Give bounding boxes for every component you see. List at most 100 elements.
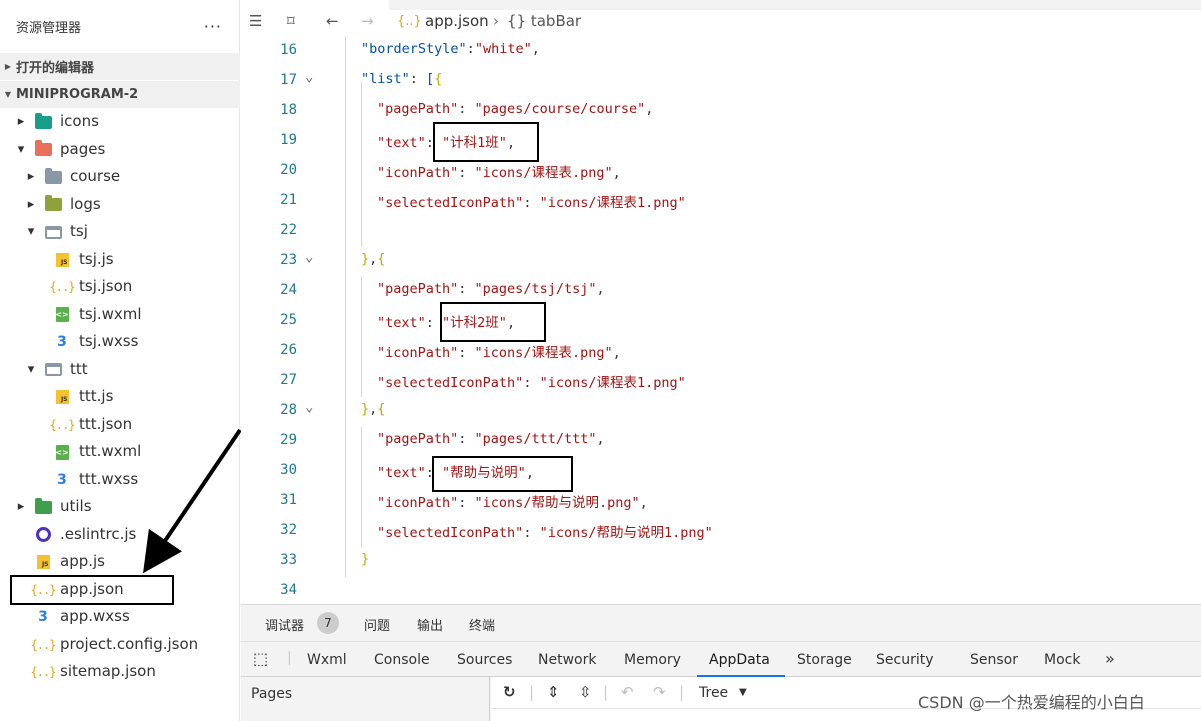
tab-security[interactable]: Security (876, 652, 934, 668)
json-file-icon: {..} (30, 637, 57, 652)
tree-item-ttt-wxss[interactable]: 3 ttt.wxss (0, 466, 240, 493)
json-file-icon: {..} (397, 14, 422, 29)
inspect-element-icon[interactable]: ⬚ (253, 649, 268, 668)
tab-console[interactable]: Console (374, 652, 430, 668)
tree-item-project-config-json[interactable]: {..} project.config.json (0, 631, 240, 658)
tree-item-logs[interactable]: ▸ logs (0, 191, 240, 218)
more-actions-button[interactable]: ··· (204, 17, 222, 36)
tree-item-app-js[interactable]: JS app.js (0, 548, 240, 575)
tree-item-ttt-wxml[interactable]: <> ttt.wxml (0, 438, 240, 465)
tree-item-course[interactable]: ▸ course (0, 163, 240, 190)
tree-item-tsj-json[interactable]: {..} tsj.json (0, 273, 240, 300)
back-arrow-icon[interactable]: ← (326, 12, 339, 30)
line-number: 19 (280, 132, 297, 148)
tab-network[interactable]: Network (538, 652, 596, 668)
tree-item-tsj-wxml[interactable]: <> tsj.wxml (0, 301, 240, 328)
tab-output[interactable]: 输出 (417, 615, 443, 634)
json-file-icon: {..} (49, 280, 76, 294)
collapse-all-icon[interactable]: ⇳ (579, 683, 592, 701)
list-icon[interactable]: ☰ (249, 12, 262, 30)
breadcrumb-symbol[interactable]: {} tabBar (507, 12, 581, 30)
undo-icon[interactable]: ↶ (621, 683, 634, 701)
view-mode-select[interactable]: Tree (699, 685, 728, 701)
chevron-right-icon[interactable]: ▸ (16, 115, 26, 128)
bookmark-icon[interactable]: ⌑ (287, 12, 295, 30)
tree-item-label: tsj.wxml (79, 304, 142, 323)
chevron-right-icon[interactable]: ▸ (16, 500, 26, 513)
chevron-right-icon[interactable]: ▸ (26, 198, 36, 211)
tree-item-label: app.wxss (60, 607, 130, 625)
tab-sources[interactable]: Sources (457, 652, 512, 668)
fold-chevron-icon[interactable]: ⌄ (305, 399, 313, 415)
tree-item-ttt-js[interactable]: JS ttt.js (0, 383, 240, 410)
tab-terminal[interactable]: 终端 (469, 615, 495, 634)
code-line: "pagePath": "pages/tsj/tsj", (377, 281, 605, 297)
tree-item-ttt[interactable]: ▾ ttt (0, 356, 240, 383)
tree-item-app-wxss[interactable]: 3 app.wxss (0, 603, 240, 630)
chevron-down-icon[interactable]: ▾ (26, 225, 36, 238)
chevron-down-icon: ▼ (4, 90, 12, 99)
more-panels-button[interactable]: » (1105, 649, 1115, 668)
redo-icon[interactable]: ↷ (653, 683, 666, 701)
tree-item-tsj[interactable]: ▾ tsj (0, 218, 240, 245)
line-number: 31 (280, 492, 297, 508)
tab-problems[interactable]: 问题 (364, 615, 390, 634)
expand-all-icon[interactable]: ⇕ (547, 683, 560, 701)
tree-item-icons[interactable]: ▸ icons (0, 108, 240, 135)
line-number: 18 (280, 102, 297, 118)
js-file-icon: JS (34, 554, 52, 570)
chevron-right-icon: ▶ (4, 62, 12, 71)
tree-item-tsj-js[interactable]: JS tsj.js (0, 246, 240, 273)
js-file-icon: JS (53, 252, 71, 268)
tree-item-label: course (70, 167, 121, 185)
dropdown-caret-icon[interactable]: ▼ (739, 687, 747, 698)
tree-item-sitemap-json[interactable]: {..} sitemap.json (0, 658, 240, 685)
tab-mock[interactable]: Mock (1044, 652, 1080, 668)
chevron-right-icon[interactable]: ▸ (26, 170, 36, 183)
chevron-down-icon[interactable]: ▾ (26, 363, 36, 376)
fold-chevron-icon[interactable]: ⌄ (305, 249, 313, 265)
line-number: 30 (280, 462, 297, 478)
tree-item-label: utils (60, 497, 92, 515)
tab-wxml[interactable]: Wxml (307, 652, 347, 668)
fold-chevron-icon[interactable]: ⌄ (305, 69, 313, 85)
pages-header: Pages (251, 686, 293, 702)
code-line: "pagePath": "pages/course/course", (377, 101, 654, 117)
divider: | (679, 683, 685, 701)
project-section[interactable]: ▼ MINIPROGRAM-2 (0, 81, 240, 108)
tab-memory[interactable]: Memory (624, 652, 681, 668)
code-area[interactable]: 16 "borderStyle":"white", 17 ⌄ "list": [{18 "… (241, 37, 1201, 604)
wxss-file-icon: 3 (57, 334, 67, 350)
wxml-file-icon: <> (53, 307, 71, 323)
code-line: "selectedIconPath": "icons/课程表1.png" (377, 375, 686, 391)
code-line: "pagePath": "pages/ttt/ttt", (377, 431, 605, 447)
open-editors-section[interactable]: ▶ 打开的编辑器 (0, 53, 240, 80)
tab-sensor[interactable]: Sensor (970, 652, 1018, 668)
tree-item-pages[interactable]: ▾ pages (0, 136, 240, 163)
js-file-icon: JS (53, 389, 71, 405)
code-line: } (361, 551, 370, 567)
line-number: 20 (280, 162, 297, 178)
tab-storage[interactable]: Storage (797, 652, 852, 668)
pages-pane: Pages (241, 677, 490, 721)
tree-item-label: .eslintrc.js (60, 524, 137, 543)
forward-arrow-icon[interactable]: → (361, 12, 374, 30)
open-folder-icon (44, 224, 62, 240)
chevron-down-icon[interactable]: ▾ (16, 143, 26, 156)
tree-item-label: tsj.json (79, 277, 133, 295)
tab-appdata[interactable]: AppData (709, 652, 770, 668)
tree-item-ttt-json[interactable]: {..} ttt.json (0, 411, 240, 438)
code-line: },{ (361, 251, 386, 267)
line-number: 25 (280, 312, 297, 328)
code-line: "iconPath": "icons/帮助与说明.png", (377, 495, 648, 511)
tree-item-eslintrc-js[interactable]: .eslintrc.js (0, 521, 240, 548)
tree-item-tsj-wxss[interactable]: 3 tsj.wxss (0, 328, 240, 355)
line-number: 24 (280, 282, 297, 298)
wxml-file-icon: <> (53, 444, 71, 460)
tree-item-utils[interactable]: ▸ utils (0, 493, 240, 520)
refresh-icon[interactable]: ↻ (503, 683, 516, 701)
highlight-box-app-json (10, 575, 174, 605)
tab-debugger[interactable]: 调试器 (265, 615, 304, 634)
wxss-file-icon: 3 (57, 471, 67, 488)
breadcrumb-file[interactable]: app.json (425, 12, 489, 30)
